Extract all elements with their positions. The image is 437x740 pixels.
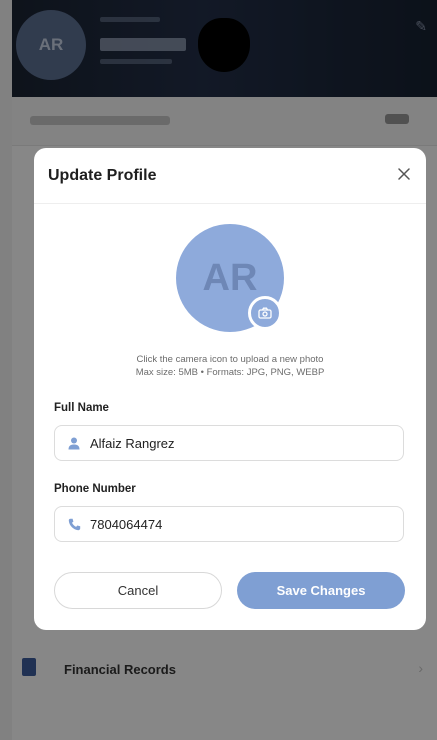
avatar-container: AR xyxy=(176,224,284,332)
save-changes-button[interactable]: Save Changes xyxy=(237,572,405,609)
full-name-value: Alfaiz Rangrez xyxy=(90,435,175,451)
phone-number-field[interactable]: 7804064474 xyxy=(54,506,404,542)
upload-hint-line2: Max size: 5MB • Formats: JPG, PNG, WEBP xyxy=(135,367,325,378)
camera-upload-button[interactable] xyxy=(248,296,282,330)
cancel-button[interactable]: Cancel xyxy=(54,572,222,609)
close-icon xyxy=(398,168,410,180)
phone-number-label: Phone Number xyxy=(54,483,136,495)
upload-hint-line1: Click the camera icon to upload a new ph… xyxy=(136,354,324,365)
dialog-header: Update Profile xyxy=(34,148,426,204)
phone-number-value: 7804064474 xyxy=(90,516,163,532)
full-name-label: Full Name xyxy=(54,402,109,414)
update-profile-dialog: Update Profile AR Click the camera icon … xyxy=(34,148,426,630)
phone-icon xyxy=(67,517,81,531)
full-name-field[interactable]: Alfaiz Rangrez xyxy=(54,425,404,461)
camera-icon xyxy=(258,307,272,319)
dialog-title: Update Profile xyxy=(48,167,157,184)
close-button[interactable] xyxy=(394,164,414,184)
user-icon xyxy=(67,436,81,450)
avatar-initials: AR xyxy=(202,256,258,299)
upload-hint: Click the camera icon to upload a new ph… xyxy=(34,353,426,379)
